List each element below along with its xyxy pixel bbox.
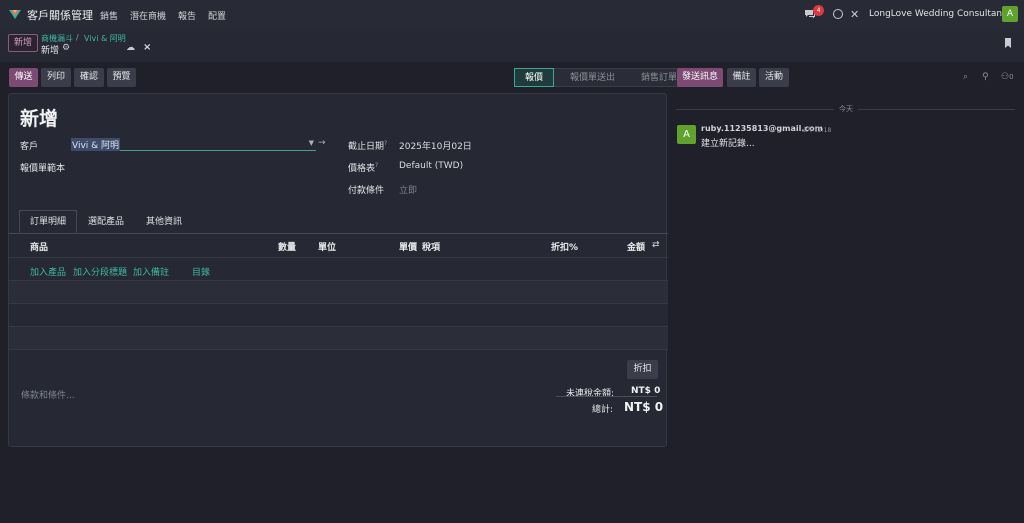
- tab-divider: [9, 233, 668, 234]
- tab-order-lines[interactable]: 訂單明細: [19, 210, 78, 233]
- expiry-date-field[interactable]: 2025年10月02日: [399, 139, 472, 152]
- table-row: [9, 304, 668, 326]
- discount-button[interactable]: 折扣: [627, 360, 658, 379]
- untaxed-amount: NT$ 0: [631, 386, 661, 396]
- menu-sales[interactable]: 銷售: [100, 9, 118, 22]
- pricelist-field[interactable]: Default (TWD): [399, 161, 463, 171]
- add-note-link[interactable]: 加入備註: [133, 265, 169, 278]
- company-switcher[interactable]: LongLove Wedding Consultancy: [869, 9, 1012, 19]
- breadcrumb-current: 新增: [41, 46, 60, 56]
- form-sheet: 新增 客戶 Vivi & 阿明 ▼ → 報價單範本 截止日期? 2025年10月…: [8, 93, 668, 447]
- optional-columns-icon[interactable]: ⇄: [652, 240, 660, 250]
- tab-optional-products[interactable]: 選配產品: [77, 210, 135, 233]
- col-amount[interactable]: 金額: [627, 240, 645, 253]
- gear-icon[interactable]: ⚙: [62, 43, 70, 53]
- tab-other-info[interactable]: 其他資訊: [135, 210, 193, 233]
- col-unit-price[interactable]: 單價: [399, 240, 417, 253]
- customer-value[interactable]: Vivi & 阿明: [71, 138, 121, 151]
- tools-icon[interactable]: ✕: [850, 8, 859, 21]
- message-time: 上午12:18: [802, 127, 832, 134]
- app-name[interactable]: 客戶關係管理: [27, 7, 93, 23]
- control-panel: 新增 商機漏斗 / Vivi & 阿明 新增 ⚙ ☁ ×: [0, 28, 1024, 62]
- pricelist-label: 價格表?: [348, 161, 378, 174]
- catalog-link[interactable]: 目錄: [192, 265, 210, 278]
- help-icon[interactable]: ?: [384, 140, 387, 147]
- send-message-button[interactable]: 發送訊息: [677, 68, 723, 87]
- day-label: 今天: [834, 104, 858, 114]
- status-bar: 報價 報價單送出 銷售訂單: [514, 68, 688, 87]
- col-quantity[interactable]: 數量: [278, 240, 296, 253]
- new-button[interactable]: 新增: [8, 34, 38, 52]
- col-unit[interactable]: 單位: [318, 240, 336, 253]
- save-cloud-icon[interactable]: ☁: [126, 43, 135, 53]
- chat-badge: 4: [813, 5, 824, 16]
- preview-button[interactable]: 預覽: [107, 68, 136, 87]
- col-product[interactable]: 商品: [30, 240, 48, 253]
- send-button[interactable]: 傳送: [9, 68, 38, 87]
- message-body: 建立新記錄...: [701, 139, 755, 149]
- followers-icon[interactable]: ⚇0: [1001, 72, 1014, 82]
- menu-configuration[interactable]: 配置: [208, 9, 226, 22]
- customer-label: 客戶: [20, 142, 39, 152]
- template-label: 報價單範本: [20, 164, 66, 174]
- log-note-button[interactable]: 備註: [727, 68, 756, 87]
- print-button[interactable]: 列印: [41, 68, 71, 87]
- expiry-label-text: 截止日期: [348, 142, 385, 152]
- help-icon[interactable]: ?: [375, 162, 378, 169]
- bookmark-icon[interactable]: [1004, 38, 1012, 48]
- col-taxes[interactable]: 稅項: [422, 240, 440, 253]
- chevron-down-icon[interactable]: ▼: [309, 139, 314, 147]
- followers-count: 0: [1009, 73, 1014, 81]
- crm-logo-icon[interactable]: [8, 7, 22, 21]
- confirm-button[interactable]: 確認: [74, 68, 104, 87]
- stage-quotation-sent[interactable]: 報價單送出: [554, 68, 626, 87]
- col-discount[interactable]: 折扣%: [551, 240, 578, 253]
- discard-close-icon[interactable]: ×: [143, 42, 151, 53]
- total-amount: NT$ 0: [624, 400, 664, 414]
- attachment-icon[interactable]: ⚲: [982, 72, 989, 82]
- table-header-divider: [9, 257, 668, 258]
- search-icon[interactable]: ⌕: [963, 72, 968, 82]
- terms-conditions-field[interactable]: 條款和條件...: [21, 388, 75, 401]
- pricelist-label-text: 價格表: [348, 164, 376, 174]
- breadcrumb-opportunity[interactable]: Vivi & 阿明: [84, 33, 126, 44]
- expiry-label: 截止日期?: [348, 139, 387, 152]
- menu-leads[interactable]: 潛在商機: [130, 9, 166, 22]
- activity-button[interactable]: 活動: [759, 68, 789, 87]
- breadcrumb-separator: /: [76, 33, 79, 42]
- table-row-divider: [9, 349, 668, 350]
- add-section-link[interactable]: 加入分段標題: [73, 265, 127, 278]
- record-title: 新增: [20, 108, 59, 130]
- stage-quotation[interactable]: 報價: [514, 68, 555, 87]
- internal-link-arrow-icon[interactable]: →: [318, 138, 326, 148]
- top-menu: 銷售 潛在商機 報告 配置: [100, 9, 238, 22]
- untaxed-label: 未連稅金額:: [566, 389, 615, 399]
- table-row: [9, 327, 668, 349]
- payment-terms-label: 付款條件: [348, 186, 385, 196]
- notebook-tabs: 訂單明細 選配產品 其他資訊: [19, 210, 193, 233]
- customer-field[interactable]: Vivi & 阿明 ▼: [71, 138, 316, 151]
- menu-reporting[interactable]: 報告: [178, 9, 196, 22]
- message-avatar[interactable]: A: [677, 125, 696, 144]
- user-avatar[interactable]: A: [1002, 6, 1018, 22]
- add-product-link[interactable]: 加入產品: [30, 265, 66, 278]
- totals-divider: [556, 396, 657, 397]
- table-row: [9, 281, 668, 303]
- top-navbar: 客戶關係管理 銷售 潛在商機 報告 配置 4 ✕ LongLove Weddin…: [0, 0, 1024, 28]
- clock-icon[interactable]: [833, 9, 843, 19]
- total-label: 總計:: [592, 405, 614, 415]
- payment-terms-field[interactable]: 立即: [399, 183, 417, 196]
